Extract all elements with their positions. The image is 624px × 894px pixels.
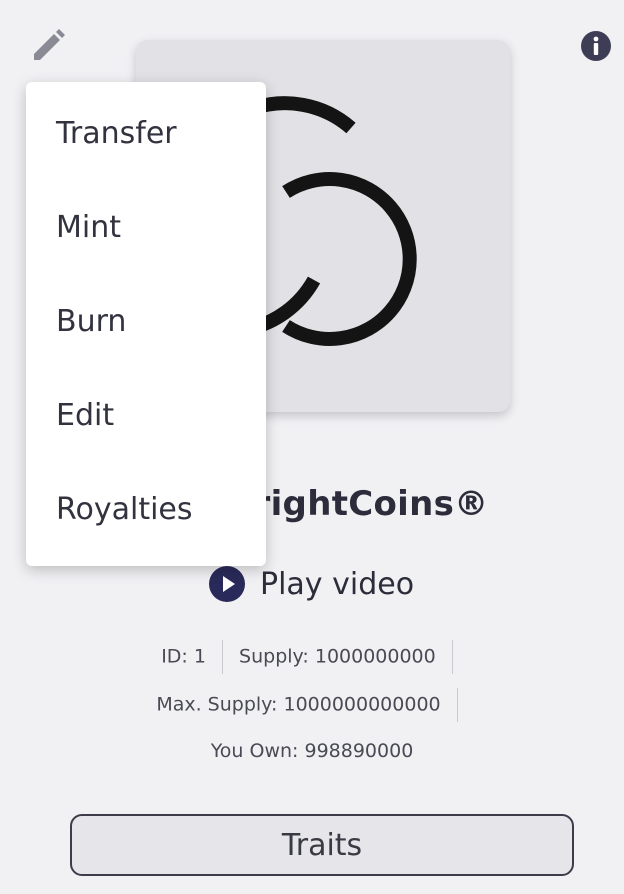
menu-item-transfer[interactable]: Transfer [26,86,266,180]
meta-row-id-supply: ID: 1 Supply: 1000000000 [0,640,624,674]
menu-item-mint[interactable]: Mint [26,180,266,274]
divider [451,640,453,674]
menu-item-edit[interactable]: Edit [26,368,266,462]
play-video-link[interactable]: Play video [208,562,414,606]
play-video-label: Play video [260,566,415,602]
token-id: ID: 1 [161,645,206,668]
token-you-own: You Own: 998890000 [210,740,414,762]
pencil-icon[interactable] [28,26,68,66]
token-card: rightCoins® Play video ID: 1 Supply: 100… [0,0,624,894]
token-max-supply: Max. Supply: 1000000000000 [156,693,441,716]
meta-row-you-own: You Own: 998890000 [0,740,624,762]
play-circle-icon [209,566,245,602]
menu-item-burn[interactable]: Burn [26,274,266,368]
meta-row-max-supply: Max. Supply: 1000000000000 [0,688,624,722]
divider [222,640,223,674]
divider [456,688,458,722]
traits-button[interactable]: Traits [70,814,574,876]
actions-dropdown-menu: Transfer Mint Burn Edit Royalties [26,82,266,566]
info-icon[interactable] [580,30,612,62]
menu-item-royalties[interactable]: Royalties [26,462,266,556]
token-supply: Supply: 1000000000 [239,645,436,668]
